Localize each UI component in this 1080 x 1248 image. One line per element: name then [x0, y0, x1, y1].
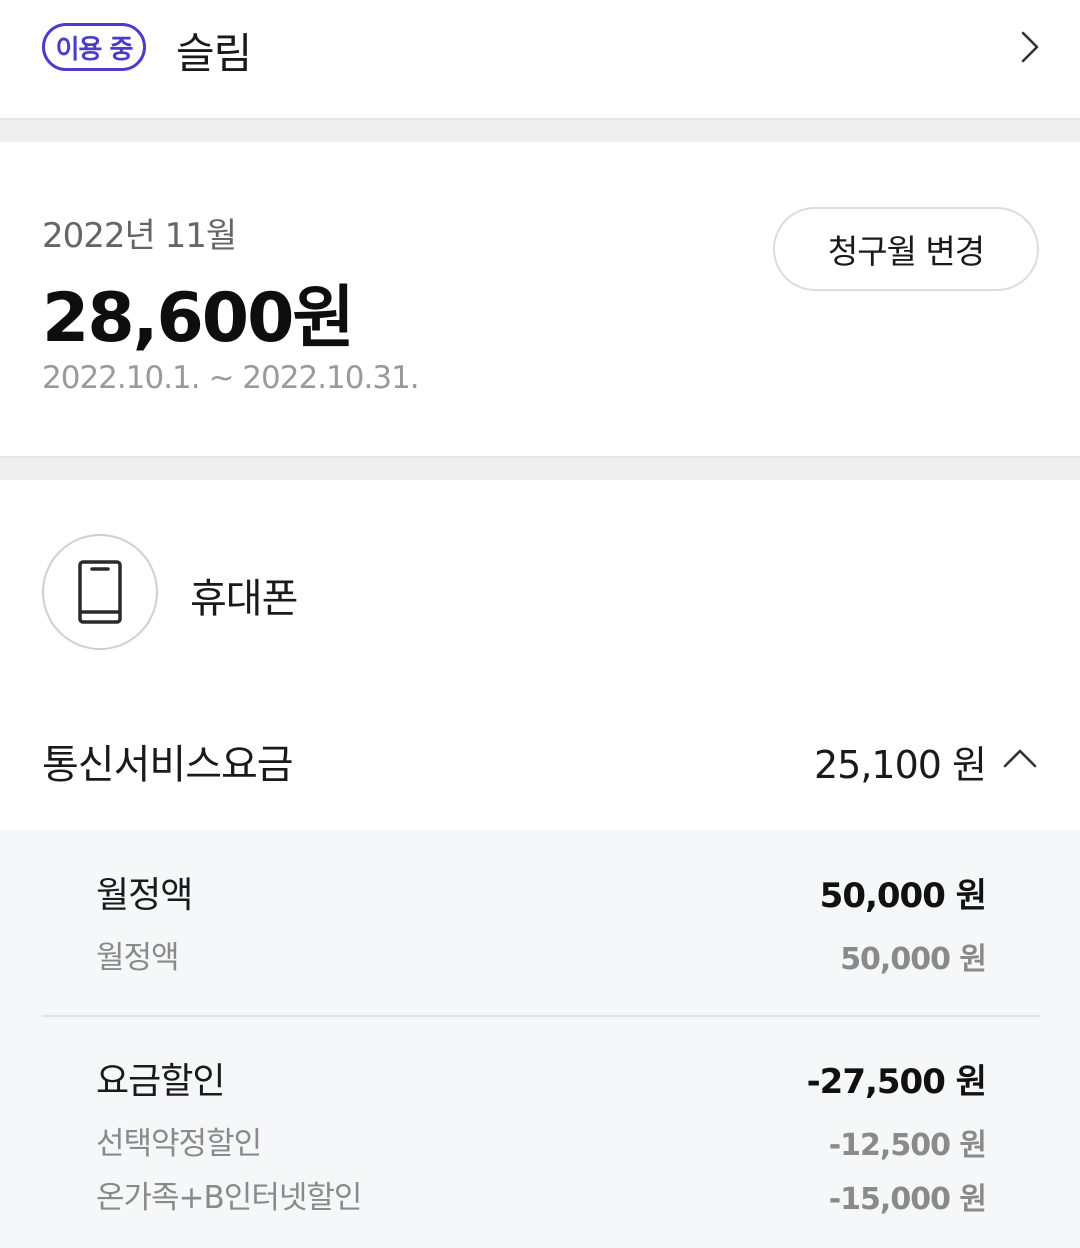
detail-group-amount: 50,000 원	[819, 876, 987, 916]
device-icon-circle	[42, 534, 158, 650]
detail-group-title: 월정액	[96, 875, 193, 916]
bill-total: 28,600원	[42, 279, 355, 358]
detail-item-label: 선택약정할인	[96, 1126, 262, 1162]
detail-item-amount: -12,500 원	[828, 1128, 987, 1163]
bill-month: 2022년 11월	[42, 216, 237, 256]
detail-divider	[42, 1015, 1040, 1017]
bill-period: 2022.10.1. ~ 2022.10.31.	[42, 360, 420, 396]
chevron-right-icon[interactable]	[1012, 30, 1046, 64]
service-fee-amount: 25,100 원	[813, 743, 987, 787]
device-label: 휴대폰	[190, 576, 298, 622]
service-fee-title[interactable]: 통신서비스요금	[42, 732, 294, 790]
phone-icon	[78, 560, 122, 624]
change-billing-month-button[interactable]: 청구월 변경	[773, 207, 1039, 291]
status-badge: 이용 중	[42, 23, 146, 71]
detail-item-amount: -15,000 원	[828, 1182, 987, 1217]
detail-group-amount: -27,500 원	[806, 1062, 987, 1102]
plan-name: 슬림	[176, 29, 252, 78]
chevron-up-icon[interactable]	[1002, 742, 1038, 772]
detail-group-title: 요금할인	[96, 1061, 225, 1102]
detail-item-label: 월정액	[96, 940, 180, 976]
detail-item-label: 온가족+B인터넷할인	[96, 1180, 362, 1216]
section-divider	[0, 456, 1080, 480]
section-divider	[0, 118, 1080, 142]
detail-item-amount: 50,000 원	[840, 942, 987, 977]
plan-header[interactable]: 이용 중 슬림	[0, 0, 1080, 118]
